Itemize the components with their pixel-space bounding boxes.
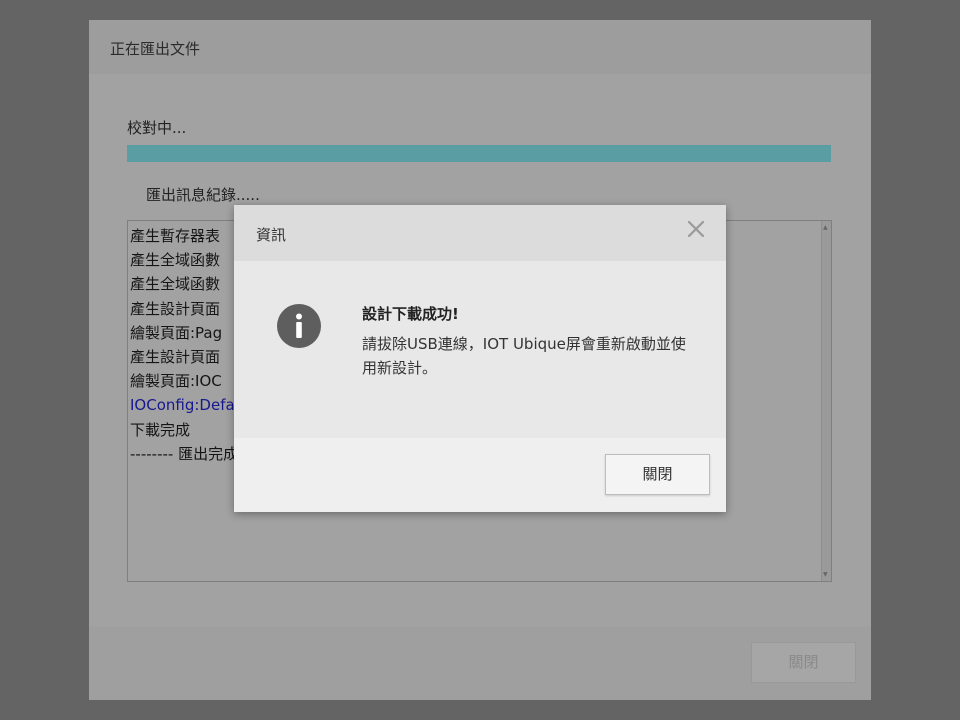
export-window-title: 正在匯出文件 [110,40,201,58]
info-dialog: 資訊 設計下載成功! 請拔除USB連線，IOT Ubique屏會重新啟動並使用新… [234,205,726,512]
log-line: 產生設計頁面 [130,299,221,318]
info-message-title: 設計下載成功! [362,305,459,323]
log-line: 產生全域函數 [130,251,221,270]
log-line: 產生暫存器表 [130,227,221,245]
export-log-lines: 產生暫存器表 產生全域函數 產生全域函數 產生設計頁面 繪製頁面:Pag 產生設計頁面 繪製… [130,224,238,466]
info-dialog-header: 資訊 [234,205,726,261]
close-icon[interactable] [684,217,708,241]
info-message-text: 請拔除USB連線，IOT Ubique屏會重新啟動並使用新設計。 [362,335,686,377]
log-line: 下載完成 [130,420,191,439]
export-log-label: 匯出訊息紀錄..... [146,186,260,204]
log-line: IOConfig:Defa [130,396,235,415]
log-line: 繪製頁面:IOC [130,372,222,391]
log-line: 繪製頁面:Pag [130,323,223,342]
export-status-text: 校對中... [127,119,187,137]
scroll-down-icon[interactable]: ▼ [823,571,828,578]
export-window-header: 正在匯出文件 [89,20,871,74]
log-scrollbar[interactable]: ▲ ▼ [821,221,831,581]
log-line: 產生全域函數 [130,275,221,294]
info-icon [277,304,321,348]
info-dialog-title: 資訊 [256,226,287,244]
scroll-up-icon[interactable]: ▲ [823,224,828,231]
dialog-close-button[interactable]: 關閉 [605,454,710,495]
export-close-button[interactable]: 關閉 [751,642,856,683]
export-progress-fill [127,145,831,162]
export-window-footer: 關閉 [89,627,871,700]
info-dialog-body: 設計下載成功! 請拔除USB連線，IOT Ubique屏會重新啟動並使用新設計。 [234,261,726,438]
export-progress-bar [127,145,831,162]
log-line: 產生設計頁面 [130,348,221,367]
info-dialog-footer: 關閉 [234,438,726,512]
log-line: -------- 匯出完成 [130,444,239,463]
